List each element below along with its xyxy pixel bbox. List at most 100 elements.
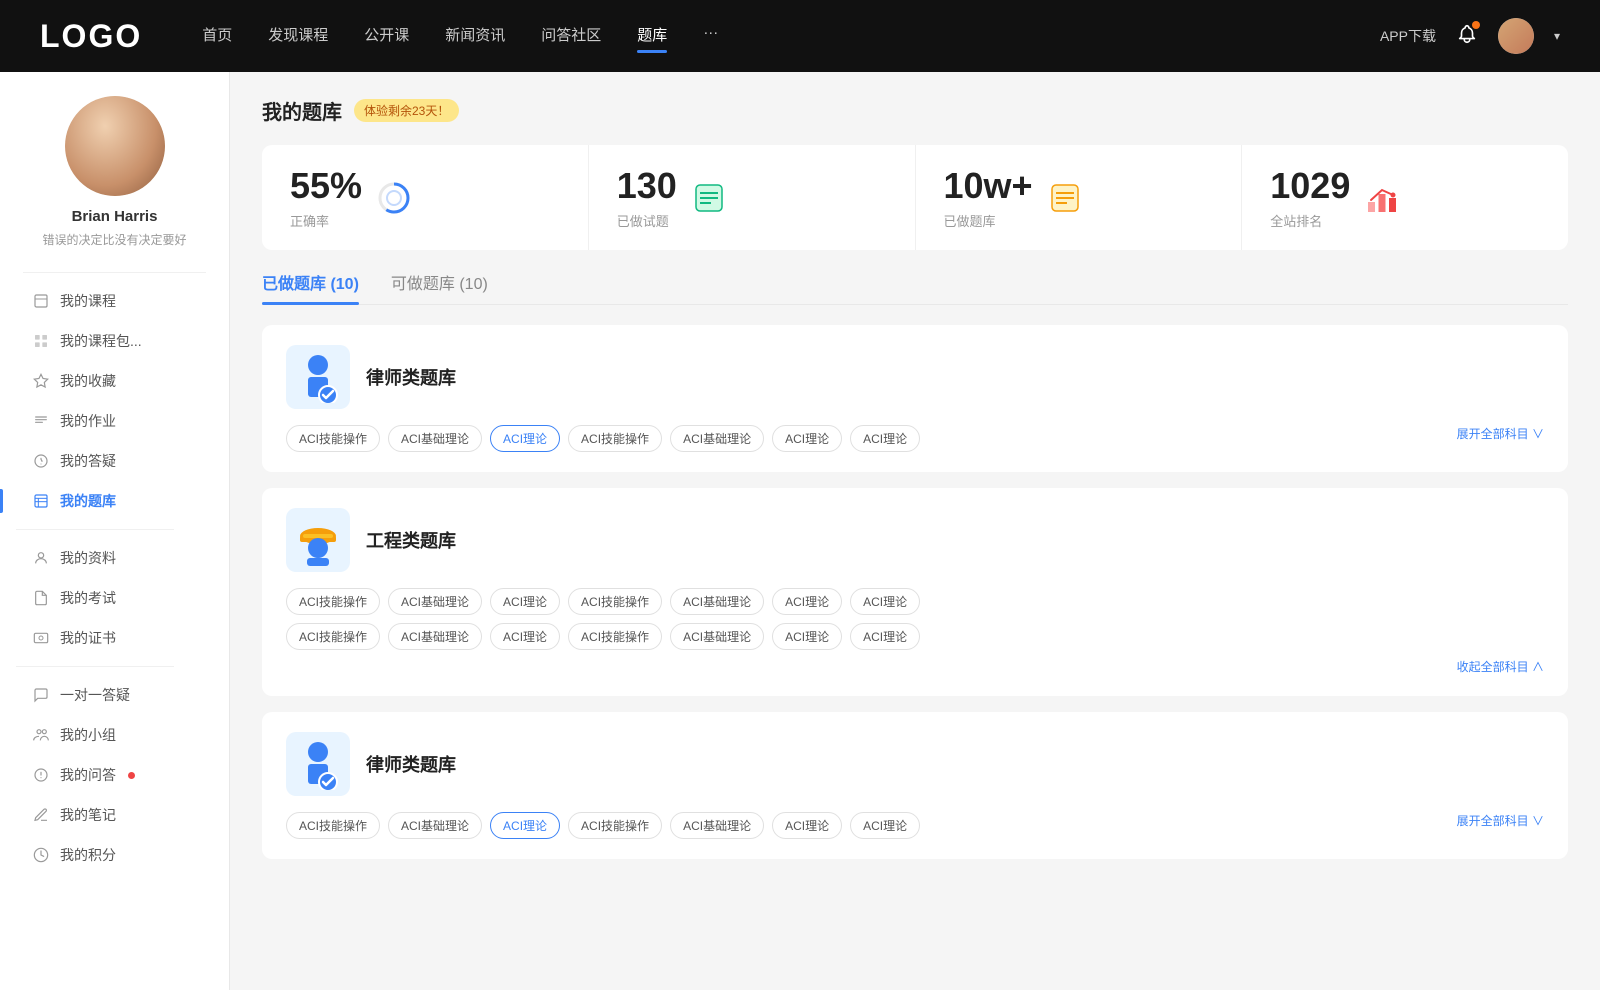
sidebar-item-question-bank[interactable]: 我的题库	[16, 481, 213, 521]
tag-lawyer-2-6[interactable]: ACI理论	[850, 812, 920, 839]
sidebar-item-exam[interactable]: 我的考试	[16, 578, 213, 618]
sidebar-item-label: 我的资料	[60, 548, 116, 568]
nav-discover[interactable]: 发现课程	[268, 24, 328, 49]
sidebar-item-notes[interactable]: 我的笔记	[16, 795, 213, 835]
collapse-btn-engineer[interactable]: 收起全部科目 ∧	[1457, 660, 1544, 674]
ranking-icon	[1364, 180, 1400, 216]
tag-lawyer-1-1[interactable]: ACI基础理论	[388, 425, 482, 452]
sidebar-item-label: 我的考试	[60, 588, 116, 608]
stat-done-questions-value: 130 已做试题	[617, 165, 677, 230]
group-icon	[32, 726, 50, 744]
main-content: 我的题库 体验剩余23天！ 55% 正确率	[230, 72, 1600, 990]
done-questions-icon	[691, 180, 727, 216]
sidebar-divider-mid	[16, 529, 174, 530]
tag-lawyer-2-5[interactable]: ACI理论	[772, 812, 842, 839]
sidebar-item-homework[interactable]: 我的作业	[16, 401, 213, 441]
sidebar-item-qa[interactable]: 我的答疑	[16, 441, 213, 481]
tab-row: 已做题库 (10) 可做题库 (10)	[262, 270, 1568, 305]
sidebar-item-points[interactable]: 我的积分	[16, 835, 213, 875]
exam-icon	[32, 589, 50, 607]
tab-available-banks[interactable]: 可做题库 (10)	[391, 270, 488, 304]
done-questions-label: 已做试题	[617, 211, 677, 230]
profile-name: Brian Harris	[72, 208, 158, 225]
sidebar-item-label: 我的答疑	[60, 451, 116, 471]
tags-row-lawyer-2: ACI技能操作 ACI基础理论 ACI理论 ACI技能操作 ACI基础理论 AC…	[286, 812, 1449, 839]
tag-lawyer-2-1[interactable]: ACI基础理论	[388, 812, 482, 839]
tag-eng-2-0[interactable]: ACI技能操作	[286, 623, 380, 650]
stat-ranking: 1029 全站排名	[1242, 145, 1568, 250]
course-packages-icon	[32, 332, 50, 350]
tag-eng-1-3[interactable]: ACI技能操作	[568, 588, 662, 615]
stat-done-questions: 130 已做试题	[589, 145, 916, 250]
ranking-number: 1029	[1270, 165, 1350, 207]
done-banks-icon	[1047, 180, 1083, 216]
nav-open-course[interactable]: 公开课	[364, 24, 409, 49]
tag-eng-2-3[interactable]: ACI技能操作	[568, 623, 662, 650]
sidebar-item-course-packages[interactable]: 我的课程包...	[16, 321, 213, 361]
tag-lawyer-1-2[interactable]: ACI理论	[490, 425, 560, 452]
bank-icon-engineer	[286, 508, 350, 572]
profile-motto: 错误的决定比没有决定要好	[42, 231, 186, 248]
profile-avatar[interactable]	[65, 96, 165, 196]
sidebar-item-group[interactable]: 我的小组	[16, 715, 213, 755]
user-menu-chevron[interactable]: ▾	[1554, 29, 1560, 43]
tag-eng-1-4[interactable]: ACI基础理论	[670, 588, 764, 615]
tag-eng-1-1[interactable]: ACI基础理论	[388, 588, 482, 615]
tag-eng-2-1[interactable]: ACI基础理论	[388, 623, 482, 650]
tag-eng-2-6[interactable]: ACI理论	[850, 623, 920, 650]
tag-lawyer-2-4[interactable]: ACI基础理论	[670, 812, 764, 839]
tag-eng-1-6[interactable]: ACI理论	[850, 588, 920, 615]
tag-eng-2-2[interactable]: ACI理论	[490, 623, 560, 650]
profile-icon	[32, 549, 50, 567]
bank-title-engineer: 工程类题库	[366, 527, 456, 553]
navbar: LOGO 首页 发现课程 公开课 新闻资讯 问答社区 题库 ··· APP下载 …	[0, 0, 1600, 72]
tag-lawyer-1-0[interactable]: ACI技能操作	[286, 425, 380, 452]
sidebar-item-label: 一对一答疑	[60, 685, 130, 705]
sidebar-divider-2	[16, 666, 174, 667]
sidebar-item-profile[interactable]: 我的资料	[16, 538, 213, 578]
tag-eng-2-5[interactable]: ACI理论	[772, 623, 842, 650]
sidebar-divider-top	[23, 272, 206, 273]
tab-done-banks[interactable]: 已做题库 (10)	[262, 270, 359, 304]
sidebar-item-my-qa[interactable]: 我的问答	[16, 755, 213, 795]
bank-title-lawyer-1: 律师类题库	[366, 364, 456, 390]
nav-qa[interactable]: 问答社区	[541, 24, 601, 49]
tags-row-engineer-1: ACI技能操作 ACI基础理论 ACI理论 ACI技能操作 ACI基础理论 AC…	[286, 588, 1544, 615]
bank-card-lawyer-2-header: 律师类题库	[286, 732, 1544, 796]
sidebar-item-favorites[interactable]: 我的收藏	[16, 361, 213, 401]
tag-eng-1-2[interactable]: ACI理论	[490, 588, 560, 615]
notification-bell[interactable]	[1456, 23, 1478, 50]
expand-btn-lawyer-1[interactable]: 展开全部科目 ∨	[1457, 425, 1544, 442]
tag-lawyer-2-3[interactable]: ACI技能操作	[568, 812, 662, 839]
sidebar-item-one-on-one[interactable]: 一对一答疑	[16, 675, 213, 715]
nav-home[interactable]: 首页	[202, 24, 232, 49]
nav-question-bank[interactable]: 题库	[637, 24, 667, 49]
sidebar-item-my-courses[interactable]: 我的课程	[16, 281, 213, 321]
bank-title-lawyer-2: 律师类题库	[366, 751, 456, 777]
expand-btn-lawyer-2[interactable]: 展开全部科目 ∨	[1457, 812, 1544, 829]
logo[interactable]: LOGO	[40, 18, 142, 55]
tag-lawyer-2-0[interactable]: ACI技能操作	[286, 812, 380, 839]
sidebar: Brian Harris 错误的决定比没有决定要好 我的课程 我的课程包...	[0, 72, 230, 990]
tags-container-lawyer-1: ACI技能操作 ACI基础理论 ACI理论 ACI技能操作 ACI基础理论 AC…	[286, 425, 1449, 452]
nav-news[interactable]: 新闻资讯	[445, 24, 505, 49]
tag-eng-1-0[interactable]: ACI技能操作	[286, 588, 380, 615]
homework-icon	[32, 412, 50, 430]
nav-menu: 首页 发现课程 公开课 新闻资讯 问答社区 题库 ···	[202, 24, 1340, 49]
nav-more[interactable]: ···	[703, 24, 718, 49]
tag-lawyer-1-3[interactable]: ACI技能操作	[568, 425, 662, 452]
user-avatar-nav[interactable]	[1498, 18, 1534, 54]
certificate-icon	[32, 629, 50, 647]
bank-card-lawyer-1: 律师类题库 ACI技能操作 ACI基础理论 ACI理论 ACI技能操作 ACI基…	[262, 325, 1568, 472]
sidebar-item-certificate[interactable]: 我的证书	[16, 618, 213, 658]
tag-lawyer-1-6[interactable]: ACI理论	[850, 425, 920, 452]
bank-card-lawyer-header: 律师类题库	[286, 345, 1544, 409]
notification-red-dot	[128, 772, 135, 779]
app-download-button[interactable]: APP下载	[1380, 26, 1436, 46]
tag-eng-1-5[interactable]: ACI理论	[772, 588, 842, 615]
tag-lawyer-2-2[interactable]: ACI理论	[490, 812, 560, 839]
tag-eng-2-4[interactable]: ACI基础理论	[670, 623, 764, 650]
tag-lawyer-1-5[interactable]: ACI理论	[772, 425, 842, 452]
accuracy-label: 正确率	[290, 211, 362, 230]
tag-lawyer-1-4[interactable]: ACI基础理论	[670, 425, 764, 452]
